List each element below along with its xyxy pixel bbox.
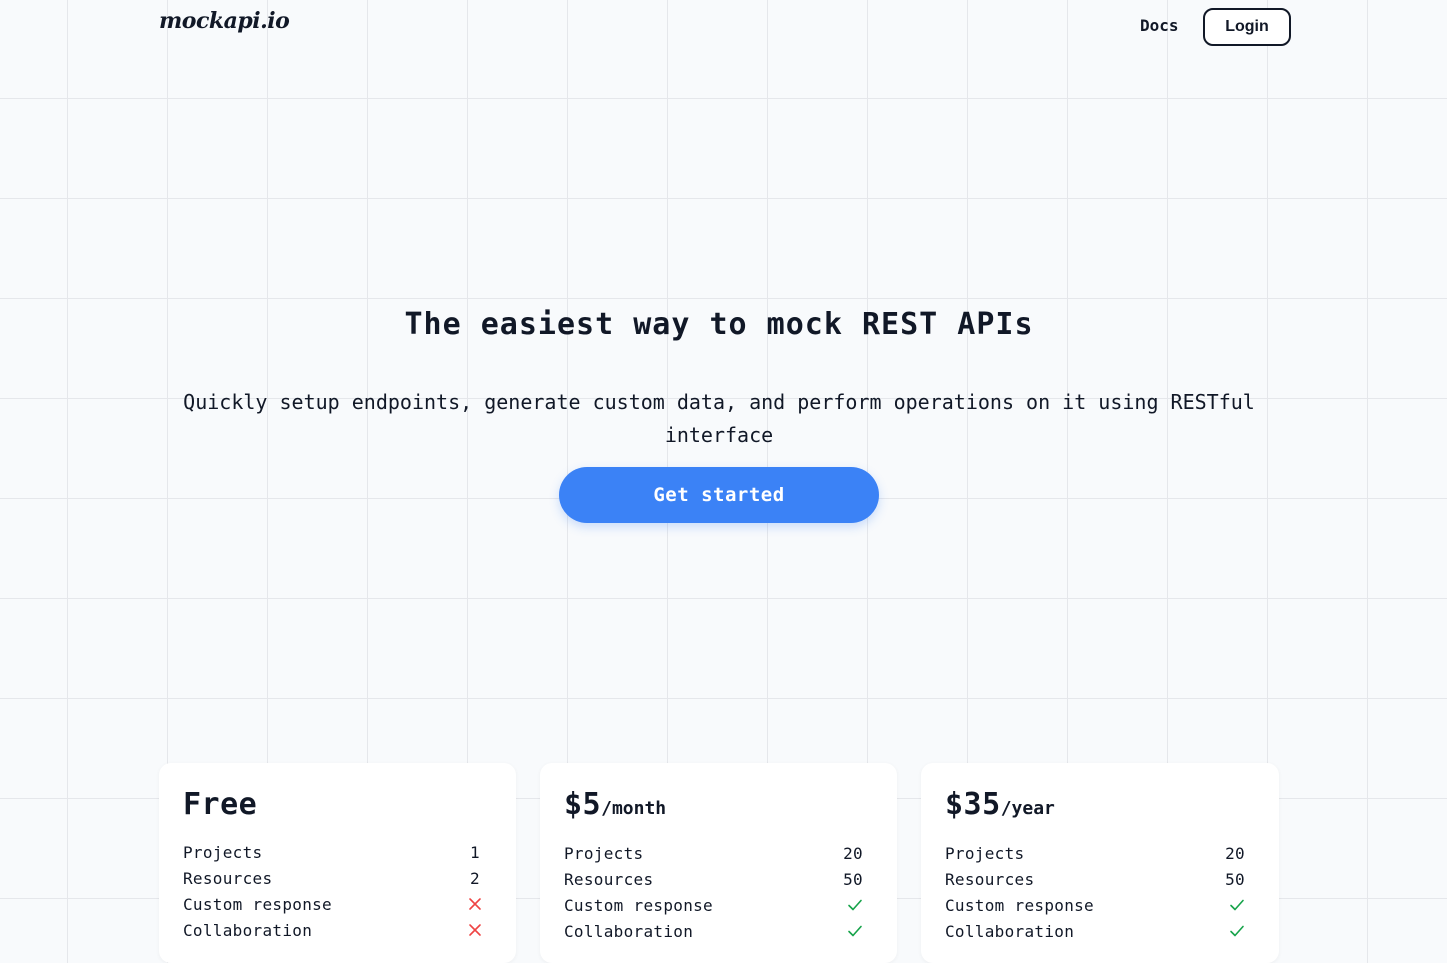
feature-label: Projects	[183, 842, 263, 862]
check-icon	[847, 898, 863, 912]
feature-label: Custom response	[945, 895, 1094, 915]
feature-label: Resources	[564, 869, 654, 889]
feature-label: Resources	[183, 868, 273, 888]
plan-price-period: /month	[601, 798, 667, 819]
feature-row: Custom response	[945, 892, 1245, 918]
feature-value: 1	[470, 842, 480, 862]
plan-price-period: /year	[1000, 798, 1055, 819]
plan-price-amount: $5	[564, 787, 602, 822]
feature-value: 50	[1225, 869, 1245, 889]
feature-value: 20	[1225, 843, 1245, 863]
feature-row: Resources 2	[183, 865, 482, 891]
plan-price: $35/year	[945, 787, 1055, 822]
feature-row: Collaboration	[564, 918, 863, 944]
feature-row: Custom response	[564, 892, 863, 918]
plan-price-amount: $35	[945, 787, 1001, 822]
check-icon	[1229, 898, 1245, 912]
check-icon	[847, 924, 863, 938]
feature-label: Projects	[945, 843, 1025, 863]
feature-row: Projects 20	[564, 840, 863, 866]
feature-value: 50	[843, 869, 863, 889]
feature-label: Projects	[564, 843, 644, 863]
feature-row: Resources 50	[945, 866, 1245, 892]
logo[interactable]: mockapi.io	[159, 8, 290, 34]
plan-price-amount: Free	[183, 787, 258, 822]
pricing-card-monthly: $5/month Projects 20 Resources 50 Custom…	[540, 763, 897, 963]
x-icon	[468, 897, 482, 911]
feature-row: Collaboration	[183, 917, 482, 943]
feature-label: Resources	[945, 869, 1035, 889]
feature-row: Projects 20	[945, 840, 1245, 866]
hero-subtitle: Quickly setup endpoints, generate custom…	[183, 390, 1255, 447]
login-button[interactable]: Login	[1203, 8, 1291, 46]
feature-row: Resources 50	[564, 866, 863, 892]
feature-row: Collaboration	[945, 918, 1245, 944]
feature-label: Collaboration	[945, 921, 1075, 941]
get-started-button[interactable]: Get started	[559, 467, 879, 523]
docs-link[interactable]: Docs	[1140, 15, 1179, 37]
plan-price: Free	[183, 787, 257, 822]
feature-value: 2	[470, 868, 480, 888]
plan-features: Projects 20 Resources 50 Custom response…	[945, 840, 1245, 944]
x-icon	[468, 923, 482, 937]
check-icon	[1229, 924, 1245, 938]
pricing-card-yearly: $35/year Projects 20 Resources 50 Custom…	[921, 763, 1279, 963]
plan-price: $5/month	[564, 787, 666, 822]
plan-features: Projects 20 Resources 50 Custom response…	[564, 840, 863, 944]
plan-features: Projects 1 Resources 2 Custom response C…	[183, 839, 482, 943]
feature-row: Projects 1	[183, 839, 482, 865]
hero-title: The easiest way to mock REST APIs	[404, 307, 1034, 342]
pricing-card-free: Free Projects 1 Resources 2 Custom respo…	[159, 763, 516, 963]
feature-label: Custom response	[564, 895, 713, 915]
feature-label: Custom response	[183, 894, 332, 914]
feature-row: Custom response	[183, 891, 482, 917]
feature-value: 20	[843, 843, 863, 863]
feature-label: Collaboration	[564, 921, 694, 941]
